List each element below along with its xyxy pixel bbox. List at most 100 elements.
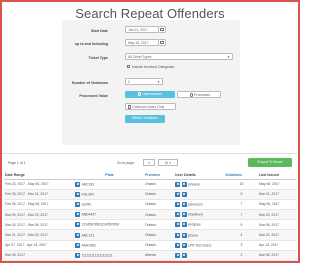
row-user-details: LPR Test User1 bbox=[174, 240, 224, 251]
start-date-label: Start Date bbox=[91, 29, 108, 33]
per-page-select[interactable]: 10 ▼ bbox=[158, 159, 178, 166]
profile-icon[interactable] bbox=[181, 232, 187, 238]
header-plate[interactable]: Plate bbox=[74, 172, 144, 180]
ticket-type-label: Ticket Type bbox=[88, 56, 108, 60]
header-violations[interactable]: Violations bbox=[224, 172, 258, 180]
results-table: Date Range Plate Province User Details V… bbox=[4, 172, 296, 262]
include-archived-checkbox[interactable] bbox=[127, 65, 131, 69]
row-date-range: Feb 23, 2017 - May 06, 2017 bbox=[4, 179, 74, 190]
processed-option[interactable]: Processed bbox=[177, 91, 221, 98]
profile-icon[interactable] bbox=[181, 181, 187, 187]
page-title: Search Repeat Offenders bbox=[75, 6, 225, 21]
table-header-row: Date Range Plate Province User Details V… bbox=[4, 172, 296, 180]
upto-date-input[interactable]: May 15, 2017 bbox=[125, 39, 159, 46]
goto-page-input[interactable]: 1 bbox=[143, 159, 155, 166]
plate-value: AAA7682 bbox=[81, 243, 96, 248]
user-icon[interactable] bbox=[175, 201, 180, 207]
row-violations: 7 bbox=[224, 209, 258, 221]
plate-value: 1111111111111111111 bbox=[81, 253, 113, 258]
unprocessed-radio bbox=[137, 92, 142, 96]
table-row[interactable]: Mar 09, 2017 - Mar 23, 2017 ABD4437 Ontari… bbox=[4, 209, 296, 221]
row-last-issued: Mar 08, 2017 bbox=[258, 250, 296, 262]
plate-icon[interactable] bbox=[75, 212, 80, 218]
row-province: Alberta bbox=[144, 250, 174, 262]
user-icon[interactable] bbox=[175, 242, 180, 248]
user-icon[interactable] bbox=[175, 222, 180, 228]
goto-page-label: Go to page: bbox=[117, 161, 135, 165]
table-row[interactable]: Feb 23, 2017 - May 06, 2017 ABC333 Ontario… bbox=[4, 179, 296, 190]
plate-value: KHL304 bbox=[81, 192, 94, 197]
row-date-range: Feb 28, 2017 - May 06, 2017 bbox=[4, 199, 74, 211]
user-icon[interactable] bbox=[175, 191, 180, 197]
row-province: Ontario bbox=[144, 209, 174, 221]
row-province: Ontario bbox=[144, 229, 174, 241]
header-province[interactable]: Province bbox=[144, 172, 174, 180]
row-violations: 2 bbox=[224, 250, 258, 262]
row-plate: 12345678901234567890 bbox=[74, 219, 144, 231]
row-date-range: Mar 21, 2017 - Mar 22, 2017 bbox=[4, 229, 74, 241]
user-icon[interactable] bbox=[175, 232, 180, 238]
row-plate: 1111111111111111111 bbox=[74, 250, 144, 262]
header-last-issued[interactable]: Last Issued bbox=[258, 172, 296, 180]
return-violations-button[interactable]: Return Violations bbox=[125, 115, 165, 123]
table-row[interactable]: Mar 21, 2017 - Mar 22, 2017 ABC123 Ontario… bbox=[4, 229, 296, 241]
table-row[interactable]: Feb 28, 2017 - May 06, 2017 Q34M Ontario jo… bbox=[4, 199, 296, 211]
ticket-type-select[interactable]: All Ticket Types ▼ bbox=[125, 53, 233, 60]
row-province: Ontario bbox=[144, 189, 174, 200]
unprocessed-option[interactable]: Unprocessed bbox=[125, 91, 175, 98]
row-plate: ABC123 bbox=[74, 229, 144, 241]
start-date-calendar-icon[interactable] bbox=[159, 26, 166, 33]
unknown-users-toggle[interactable]: Unknown Users Only bbox=[125, 103, 176, 110]
row-violations: 15 bbox=[224, 179, 258, 190]
table-row[interactable]: Mar 03, 2017 - Mar 06, 2017 1234567890123… bbox=[4, 219, 296, 231]
divider bbox=[2, 153, 298, 154]
export-excel-button[interactable]: Export To Excel bbox=[248, 158, 292, 167]
plate-icon[interactable] bbox=[75, 181, 80, 187]
profile-icon[interactable] bbox=[181, 191, 187, 197]
profile-icon[interactable] bbox=[181, 252, 187, 258]
row-user-details: jehove bbox=[174, 229, 224, 241]
row-province: Ontario bbox=[144, 240, 174, 251]
row-last-issued: Mar 22, 2017 bbox=[258, 229, 296, 241]
user-name: jehove bbox=[188, 232, 198, 237]
profile-icon[interactable] bbox=[181, 222, 187, 228]
processed-label: Processed bbox=[194, 93, 211, 97]
row-violations: 5 bbox=[224, 219, 258, 231]
plate-icon[interactable] bbox=[75, 252, 80, 258]
processed-value-label: Processed Value bbox=[79, 94, 108, 98]
profile-icon[interactable] bbox=[181, 242, 187, 248]
profile-icon[interactable] bbox=[181, 201, 187, 207]
table-row[interactable]: Feb 28, 2017 - Mar 31, 2017 KHL304 Ontario… bbox=[4, 189, 296, 200]
chevron-down-icon: ▼ bbox=[227, 55, 230, 59]
violations-select[interactable]: 2 ▼ bbox=[125, 78, 163, 85]
row-plate: ABD4437 bbox=[74, 209, 144, 221]
row-date-range: Mar 08, 2017 bbox=[4, 250, 74, 262]
chevron-down-icon: ▼ bbox=[157, 80, 160, 84]
row-user-details bbox=[174, 189, 224, 200]
profile-icon[interactable] bbox=[181, 212, 187, 218]
start-date-input[interactable]: Jan 01, 2017 bbox=[125, 26, 159, 33]
row-user-details bbox=[174, 250, 224, 262]
user-name: andyzee bbox=[188, 222, 201, 227]
user-icon[interactable] bbox=[175, 252, 180, 258]
plate-value: ABC123 bbox=[81, 232, 95, 237]
row-plate: Q34M bbox=[74, 199, 144, 211]
row-last-issued: Mar 06, 2017 bbox=[258, 219, 296, 231]
plate-icon[interactable] bbox=[75, 242, 80, 248]
plate-value: ABC333 bbox=[81, 181, 95, 186]
table-row[interactable]: Mar 08, 2017 1111111111111111111 Alberta 2 M… bbox=[4, 250, 296, 262]
row-province: Ontario bbox=[144, 219, 174, 231]
unprocessed-label: Unprocessed bbox=[142, 92, 163, 96]
plate-icon[interactable] bbox=[75, 222, 80, 228]
upto-calendar-icon[interactable] bbox=[159, 39, 166, 46]
user-name: tmarkbury bbox=[188, 212, 204, 217]
include-archived-label: Include Archived Categories bbox=[132, 65, 175, 69]
plate-icon[interactable] bbox=[75, 191, 80, 197]
user-icon[interactable] bbox=[175, 181, 180, 187]
plate-icon[interactable] bbox=[75, 232, 80, 238]
chevron-down-icon: ▼ bbox=[168, 162, 172, 165]
table-row[interactable]: Apr 07, 2017 - Apr 13, 2017 AAA7682 Ontari… bbox=[4, 240, 296, 251]
header-date-range[interactable]: Date Range bbox=[4, 172, 74, 180]
user-icon[interactable] bbox=[175, 212, 180, 218]
plate-icon[interactable] bbox=[75, 201, 80, 207]
